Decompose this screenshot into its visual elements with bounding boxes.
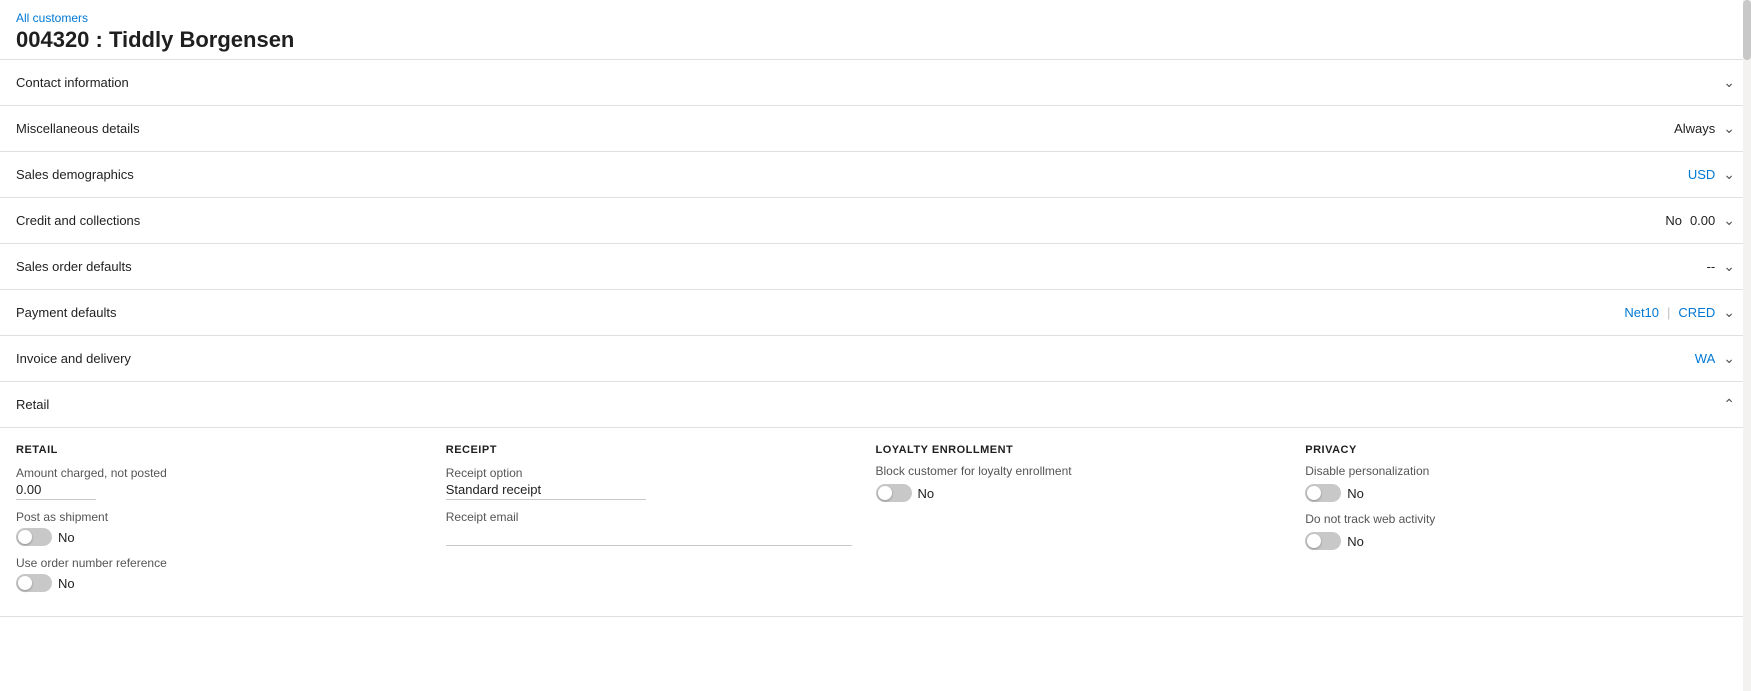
- retail-content: RETAIL Amount charged, not posted 0.00 P…: [0, 428, 1751, 616]
- receipt-col-header: RECEIPT: [446, 444, 852, 456]
- block-loyalty-label: Block customer for loyalty enrollment: [876, 464, 1282, 478]
- receipt-option-value: Standard receipt: [446, 482, 541, 497]
- receipt-email-label: Receipt email: [446, 510, 852, 524]
- retail-col-retail: RETAIL Amount charged, not posted 0.00 P…: [16, 444, 446, 592]
- section-payment-defaults-summary: Net10 | CRED: [1624, 305, 1715, 320]
- block-loyalty-toggle[interactable]: [876, 484, 912, 502]
- section-miscellaneous-details-label: Miscellaneous details: [16, 121, 1674, 136]
- disable-personalization-value: No: [1347, 486, 1364, 501]
- section-sales-demographics[interactable]: Sales demographics USD ⌄: [0, 152, 1751, 198]
- section-sales-order-defaults-summary: --: [1707, 259, 1716, 274]
- retail-col-receipt: RECEIPT Receipt option Standard receipt …: [446, 444, 876, 592]
- chevron-down-icon: ⌄: [1723, 120, 1735, 137]
- page-title: 004320 : Tiddly Borgensen: [16, 27, 1735, 53]
- section-credit-collections-summary: No 0.00: [1665, 213, 1715, 228]
- section-sales-order-defaults[interactable]: Sales order defaults -- ⌄: [0, 244, 1751, 290]
- no-track-label: Do not track web activity: [1305, 512, 1711, 526]
- section-sales-demographics-label: Sales demographics: [16, 167, 1688, 182]
- breadcrumb-link[interactable]: All customers: [16, 11, 88, 25]
- use-order-number-value: No: [58, 576, 75, 591]
- post-as-shipment-toggle[interactable]: [16, 528, 52, 546]
- post-as-shipment-label: Post as shipment: [16, 510, 422, 524]
- section-contact-information-label: Contact information: [16, 75, 1715, 90]
- section-credit-and-collections[interactable]: Credit and collections No 0.00 ⌄: [0, 198, 1751, 244]
- receipt-email-field[interactable]: [446, 526, 852, 546]
- header: All customers 004320 : Tiddly Borgensen: [0, 0, 1751, 59]
- section-payment-defaults-label: Payment defaults: [16, 305, 1624, 320]
- miscellaneous-summary-text: Always: [1674, 121, 1715, 136]
- chevron-down-icon: ⌄: [1723, 258, 1735, 275]
- payment-summary-divider: |: [1667, 305, 1670, 320]
- scrollbar-track[interactable]: [1743, 0, 1751, 691]
- section-retail-header[interactable]: Retail ⌃: [0, 382, 1751, 428]
- privacy-col-header: PRIVACY: [1305, 444, 1711, 456]
- no-track-value: No: [1347, 534, 1364, 549]
- section-payment-defaults[interactable]: Payment defaults Net10 | CRED ⌄: [0, 290, 1751, 336]
- retail-col-header: RETAIL: [16, 444, 422, 456]
- use-order-number-label: Use order number reference: [16, 556, 422, 570]
- receipt-option-label: Receipt option: [446, 466, 852, 480]
- payment-summary-cred: CRED: [1678, 305, 1715, 320]
- use-order-number-toggle-row: No: [16, 574, 422, 592]
- no-track-toggle-row: No: [1305, 532, 1711, 550]
- section-invoice-delivery-label: Invoice and delivery: [16, 351, 1695, 366]
- section-miscellaneous-details[interactable]: Miscellaneous details Always ⌄: [0, 106, 1751, 152]
- retail-amount-label: Amount charged, not posted: [16, 466, 422, 480]
- section-miscellaneous-details-summary: Always: [1674, 121, 1715, 136]
- chevron-down-icon: ⌄: [1723, 304, 1735, 321]
- loyalty-col-header: LOYALTY ENROLLMENT: [876, 444, 1282, 456]
- retail-col-privacy: PRIVACY Disable personalization No Do no…: [1305, 444, 1735, 592]
- section-invoice-and-delivery[interactable]: Invoice and delivery WA ⌄: [0, 336, 1751, 382]
- chevron-down-icon: ⌄: [1723, 74, 1735, 91]
- section-sales-order-defaults-label: Sales order defaults: [16, 259, 1707, 274]
- scrollbar-thumb[interactable]: [1743, 0, 1751, 60]
- chevron-down-icon: ⌄: [1723, 166, 1735, 183]
- section-retail: Retail ⌃ RETAIL Amount charged, not post…: [0, 382, 1751, 617]
- block-loyalty-value: No: [918, 486, 935, 501]
- payment-summary-net10: Net10: [1624, 305, 1659, 320]
- sales-order-summary-text: --: [1707, 259, 1716, 274]
- section-invoice-delivery-summary: WA: [1695, 351, 1715, 366]
- sales-demographics-summary-link: USD: [1688, 167, 1715, 182]
- section-contact-information[interactable]: Contact information ⌄: [0, 60, 1751, 106]
- section-credit-collections-label: Credit and collections: [16, 213, 1665, 228]
- disable-personalization-toggle-row: No: [1305, 484, 1711, 502]
- post-as-shipment-toggle-row: No: [16, 528, 422, 546]
- retail-amount-value: 0.00: [16, 482, 96, 500]
- use-order-number-toggle[interactable]: [16, 574, 52, 592]
- invoice-summary-wa: WA: [1695, 351, 1715, 366]
- credit-summary-amount: 0.00: [1690, 213, 1715, 228]
- chevron-up-icon: ⌃: [1723, 396, 1735, 413]
- chevron-down-icon: ⌄: [1723, 212, 1735, 229]
- section-retail-label: Retail: [16, 397, 1723, 412]
- retail-col-loyalty: LOYALTY ENROLLMENT Block customer for lo…: [876, 444, 1306, 592]
- credit-summary-no: No: [1665, 213, 1682, 228]
- chevron-down-icon: ⌄: [1723, 350, 1735, 367]
- section-sales-demographics-summary: USD: [1688, 167, 1715, 182]
- no-track-toggle[interactable]: [1305, 532, 1341, 550]
- block-loyalty-toggle-row: No: [876, 484, 1282, 502]
- page-container: All customers 004320 : Tiddly Borgensen …: [0, 0, 1751, 691]
- post-as-shipment-value: No: [58, 530, 75, 545]
- disable-personalization-label: Disable personalization: [1305, 464, 1711, 478]
- disable-personalization-toggle[interactable]: [1305, 484, 1341, 502]
